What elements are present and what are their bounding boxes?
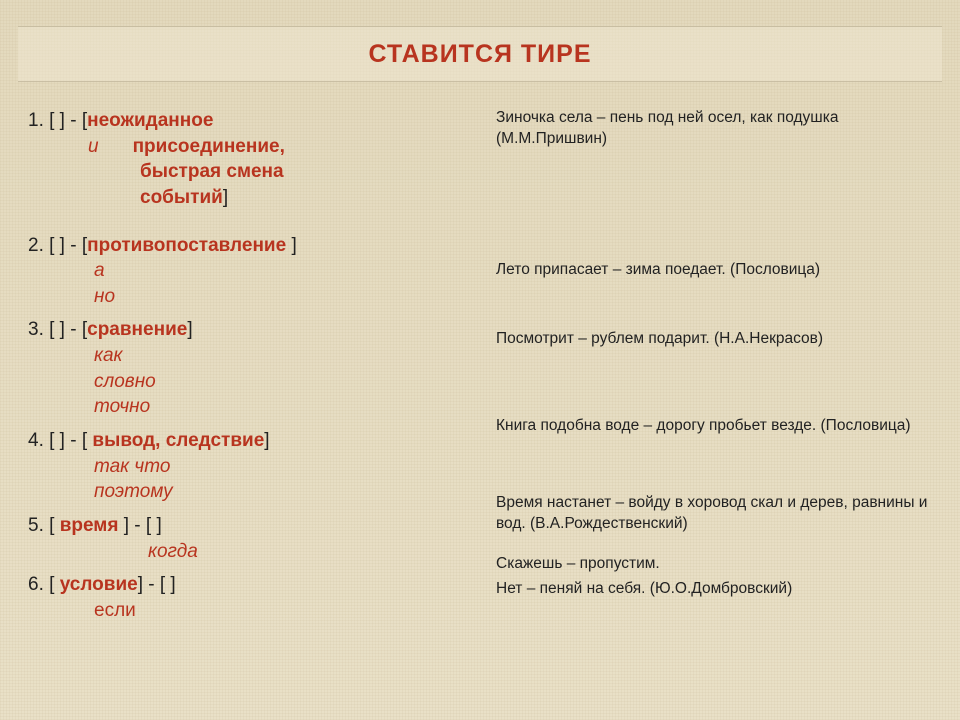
rule-6-key: условие: [60, 574, 138, 595]
rule-4-close: ]: [264, 430, 269, 451]
page-title: СТАВИТСЯ ТИРЕ: [368, 40, 591, 69]
rule-5-key: время: [60, 515, 119, 536]
example-4: Книга подобна воде – дорогу пробьет везд…: [496, 416, 936, 437]
rule-1-close: ]: [223, 187, 228, 208]
example-6b: Нет – пеняй на себя. (Ю.О.Домбровский): [496, 579, 936, 600]
rule-3-sub2: словно: [94, 369, 484, 395]
rule-2-sub2: но: [94, 284, 484, 310]
rule-5: 5. [ время ] - [ ] когда: [28, 513, 484, 564]
rule-1-key3: быстрая смена: [140, 161, 284, 182]
rule-2-close: ]: [291, 235, 296, 256]
rule-2-key: противопоставление: [87, 235, 291, 256]
example-5: Время настанет – войду в хоровод скал и …: [496, 493, 936, 535]
rule-1-key4: событий: [140, 187, 223, 208]
rule-4: 4. [ ] - [ вывод, следствие] так что поэ…: [28, 428, 484, 505]
rule-4-head: 4. [ ] - [: [28, 430, 92, 451]
rule-2-sub1: а: [94, 258, 484, 284]
rule-6-head: 6. [: [28, 574, 60, 595]
rule-6: 6. [ условие] - [ ] если: [28, 572, 484, 623]
rule-5-head: 5. [: [28, 515, 60, 536]
rule-5-head2: ] - [ ]: [118, 515, 161, 536]
rule-1-key1: неожиданное: [87, 110, 213, 131]
example-1: Зиночка села – пень под ней осел, как по…: [496, 108, 936, 150]
rule-1-key2: присоединение,: [133, 136, 285, 157]
content-columns: 1. [ ] - [неожиданное и присоединение, бы…: [28, 108, 940, 702]
example-2: Лето припасает – зима поедает. (Пословиц…: [496, 260, 936, 281]
rule-3-sub3: точно: [94, 394, 484, 420]
rule-2-head: 2. [ ] - [: [28, 235, 87, 256]
example-3: Посмотрит – рублем подарит. (Н.А.Некрасо…: [496, 329, 936, 350]
rule-4-sub2: поэтому: [94, 479, 484, 505]
rule-4-sub1: так что: [94, 454, 484, 480]
rules-column: 1. [ ] - [неожиданное и присоединение, бы…: [28, 108, 484, 702]
rule-3-key: сравнение: [87, 319, 187, 340]
rule-6-sub1: если: [94, 598, 484, 624]
rule-1: 1. [ ] - [неожиданное и присоединение, бы…: [28, 108, 484, 211]
rule-3-close: ]: [187, 319, 192, 340]
rule-3: 3. [ ] - [сравнение] как словно точно: [28, 317, 484, 420]
rule-6-head2: ] - [ ]: [138, 574, 176, 595]
rule-2: 2. [ ] - [противопоставление ] а но: [28, 233, 484, 310]
title-band: СТАВИТСЯ ТИРЕ: [18, 26, 942, 82]
examples-column: Зиночка села – пень под ней осел, как по…: [496, 108, 940, 702]
rule-1-conj: и: [88, 136, 99, 157]
rule-1-head: 1. [ ] - [: [28, 110, 87, 131]
rule-5-sub1: когда: [148, 539, 484, 565]
rule-4-key: вывод, следствие: [92, 430, 264, 451]
rule-3-sub1: как: [94, 343, 484, 369]
rule-3-head: 3. [ ] - [: [28, 319, 87, 340]
example-6: Скажешь – пропустим. Нет – пеняй на себя…: [496, 554, 936, 600]
example-6a: Скажешь – пропустим.: [496, 554, 936, 575]
